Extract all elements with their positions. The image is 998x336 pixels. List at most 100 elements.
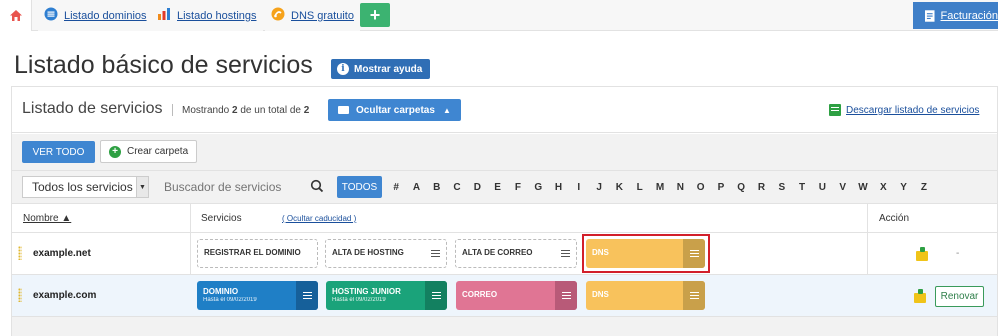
letter-filter-c[interactable]: C [447, 182, 467, 193]
column-services: Servicios [201, 213, 242, 224]
letter-filter-m[interactable]: M [650, 182, 670, 193]
letter-filter-s[interactable]: S [772, 182, 792, 193]
renew-button[interactable]: Renovar [935, 286, 984, 307]
letter-filter-hash[interactable]: # [386, 182, 406, 193]
letter-filter-y[interactable]: Y [893, 182, 913, 193]
tab-listado-hostings[interactable]: Listado hostings [152, 0, 263, 31]
chip-expiry: Hasta el 09/02/2019 [203, 297, 257, 304]
sort-by-name[interactable]: Nombre ▲ [23, 213, 71, 224]
document-icon [925, 9, 935, 22]
chevron-down-icon: ▼ [136, 177, 148, 197]
result-count: Mostrando 2 de un total de 2 [182, 105, 309, 116]
spreadsheet-icon [829, 104, 841, 116]
help-label: Mostrar ayuda [354, 63, 423, 75]
hide-expiry-link[interactable]: ( Ocultar caducidad ) [282, 214, 356, 223]
count-shown: 2 [232, 105, 238, 116]
create-folder-button[interactable]: + Crear carpeta [100, 140, 198, 163]
table-footer [12, 317, 997, 336]
letter-filter-t[interactable]: T [792, 182, 812, 193]
chip-label: ALTA DE HOSTING [332, 248, 404, 258]
move-to-folder-icon[interactable] [914, 289, 926, 303]
table-row: example.net REGISTRAR EL DOMINIO ALTA DE… [12, 233, 997, 275]
domain-service-chip[interactable]: DOMINIO Hasta el 09/02/2019 [197, 281, 318, 310]
menu-icon[interactable] [424, 240, 446, 267]
letter-filter-p[interactable]: P [711, 182, 731, 193]
chip-label: ALTA DE CORREO [462, 248, 533, 258]
domain-name[interactable]: example.com [33, 290, 96, 301]
download-label: Descargar listado de servicios [846, 104, 980, 116]
letter-filter-n[interactable]: N [670, 182, 690, 193]
domain-name[interactable]: example.net [33, 248, 91, 259]
count-middle: de un total de [240, 105, 301, 116]
menu-icon[interactable] [425, 281, 447, 310]
selection-highlight [582, 234, 710, 273]
chip-label: HOSTING JUNIOR [332, 286, 401, 296]
letter-filter-k[interactable]: K [609, 182, 629, 193]
view-all-button[interactable]: VER TODO [22, 141, 95, 163]
drag-handle-icon[interactable] [18, 288, 22, 302]
tab-label: Listado dominios [64, 9, 147, 22]
letter-filter-e[interactable]: E [487, 182, 507, 193]
drag-handle-icon[interactable] [18, 246, 22, 260]
download-list-link[interactable]: Descargar listado de servicios [829, 104, 979, 116]
letter-filter-a[interactable]: A [406, 182, 426, 193]
letter-filter-i[interactable]: I [569, 182, 589, 193]
letter-filter-u[interactable]: U [812, 182, 832, 193]
hide-folders-button[interactable]: Ocultar carpetas ▲ [328, 99, 461, 121]
letter-filter-r[interactable]: R [751, 182, 771, 193]
select-value: Todos los servicios [32, 180, 133, 194]
chip-label: DNS [592, 290, 609, 300]
email-signup-button[interactable]: ALTA DE CORREO [455, 239, 577, 268]
tab-dns-gratuito[interactable]: DNS gratuito [265, 0, 360, 31]
hosting-service-chip[interactable]: HOSTING JUNIOR Hasta el 09/02/2019 [326, 281, 447, 310]
menu-icon[interactable] [683, 281, 705, 310]
dns-icon [271, 7, 285, 24]
letter-filter-l[interactable]: L [630, 182, 650, 193]
letter-filter-g[interactable]: G [528, 182, 548, 193]
menu-icon[interactable] [296, 281, 318, 310]
tab-label: DNS gratuito [291, 9, 354, 22]
chip-label: REGISTRAR EL DOMINIO [204, 248, 301, 258]
services-panel: Listado de servicios Mostrando 2 de un t… [11, 86, 998, 336]
service-type-select[interactable]: Todos los servicios ▼ [22, 176, 149, 198]
billing-button[interactable]: Facturación [913, 2, 998, 29]
menu-icon[interactable] [555, 281, 577, 310]
add-tab-button[interactable]: + [360, 3, 390, 27]
no-action: - [956, 248, 960, 259]
letter-filter-x[interactable]: X [873, 182, 893, 193]
divider [172, 104, 173, 116]
letter-filter-o[interactable]: O [690, 182, 710, 193]
letter-filter-f[interactable]: F [508, 182, 528, 193]
search-icon[interactable] [310, 179, 324, 193]
help-button[interactable]: i Mostrar ayuda [331, 59, 431, 79]
home-tab[interactable] [0, 0, 32, 31]
tab-label: Listado hostings [177, 9, 257, 22]
tab-listado-dominios[interactable]: Listado dominios [38, 0, 153, 31]
panel-title: Listado de servicios [22, 100, 163, 117]
globe-icon [44, 7, 58, 24]
letter-filter-z[interactable]: Z [914, 182, 934, 193]
letter-filter-h[interactable]: H [548, 182, 568, 193]
letter-filter-j[interactable]: J [589, 182, 609, 193]
letter-filter-b[interactable]: B [427, 182, 447, 193]
search-input[interactable] [160, 176, 330, 198]
chip-label: CORREO [462, 290, 498, 300]
column-action: Acción [879, 213, 910, 224]
panel-header: Listado de servicios Mostrando 2 de un t… [12, 87, 997, 133]
plus-circle-icon: + [109, 145, 121, 158]
letter-filter-w[interactable]: W [853, 182, 873, 193]
chip-label: DOMINIO [203, 286, 239, 296]
filter-all-button[interactable]: TODOS [337, 176, 382, 198]
register-domain-button[interactable]: REGISTRAR EL DOMINIO [197, 239, 318, 268]
email-service-chip[interactable]: CORREO [456, 281, 577, 310]
letter-filter-q[interactable]: Q [731, 182, 751, 193]
caret-up-icon: ▲ [442, 105, 451, 115]
letter-filter-v[interactable]: V [833, 182, 853, 193]
letter-filter-d[interactable]: D [467, 182, 487, 193]
menu-icon[interactable] [554, 240, 576, 267]
hosting-signup-button[interactable]: ALTA DE HOSTING [325, 239, 447, 268]
create-folder-label: Crear carpeta [127, 146, 189, 157]
top-nav: Listado dominios Listado hostings DNS gr… [0, 0, 998, 31]
dns-service-chip[interactable]: DNS [586, 281, 705, 310]
move-to-folder-icon[interactable] [916, 247, 928, 261]
